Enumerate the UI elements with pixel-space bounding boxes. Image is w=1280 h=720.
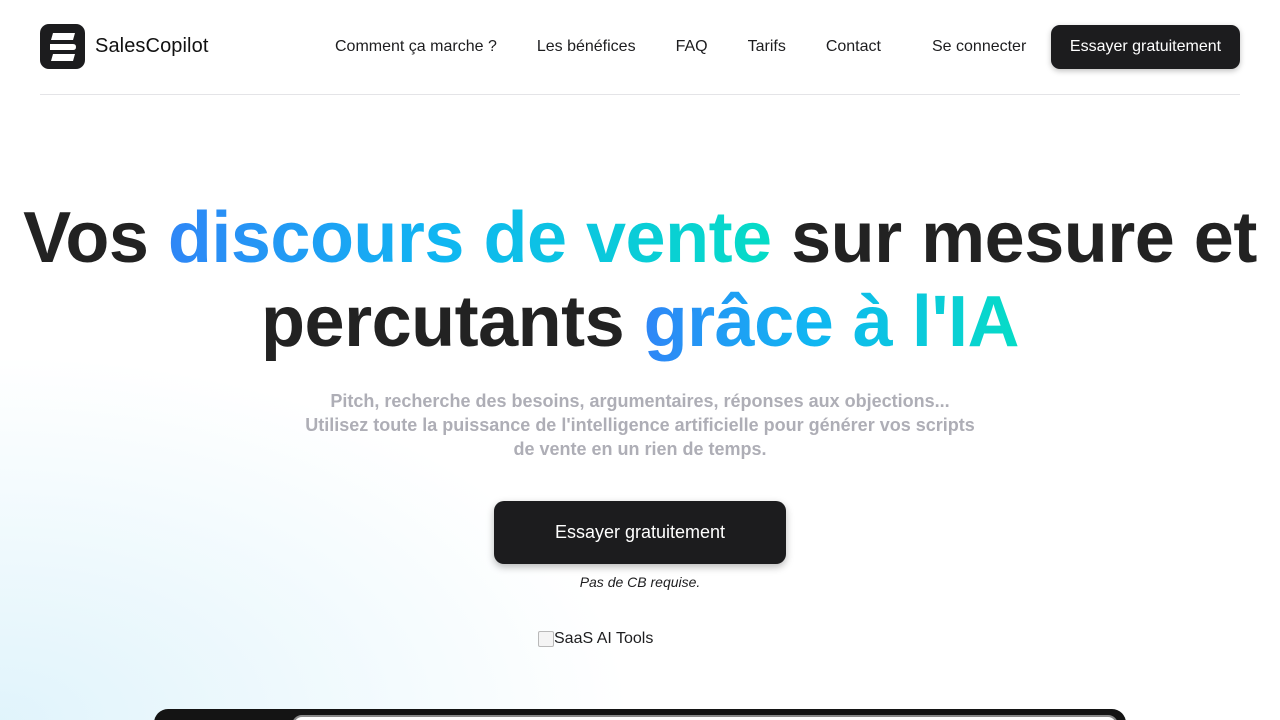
nav-item-contact[interactable]: Contact <box>826 38 881 56</box>
hero-title-part: Vos <box>23 198 168 278</box>
site-header: SalesCopilot Comment ça marche ? Les bén… <box>40 0 1240 95</box>
hero-subtitle: Pitch, recherche des besoins, argumentai… <box>300 389 980 461</box>
brand-name: SalesCopilot <box>95 35 209 57</box>
hero-title-highlight: discours de vente <box>167 198 772 278</box>
try-free-button-hero[interactable]: Essayer gratuitement <box>494 501 786 564</box>
main-nav: Comment ça marche ? Les bénéfices FAQ Ta… <box>335 38 921 56</box>
nav-item-benefits[interactable]: Les bénéfices <box>537 38 636 56</box>
try-free-button-header[interactable]: Essayer gratuitement <box>1051 25 1240 69</box>
product-preview-device <box>154 709 1126 720</box>
broken-image-icon <box>538 631 554 647</box>
saas-ai-tools-badge[interactable]: SaaS AI Tools <box>538 630 653 648</box>
product-preview-screen <box>292 715 1118 720</box>
no-credit-card-note: Pas de CB requise. <box>579 574 701 590</box>
badge-alt-text: SaaS AI Tools <box>554 630 654 647</box>
hero-subtitle-line: Utilisez toute la puissance de l'intelli… <box>305 415 975 459</box>
hero-title-part: percutants <box>261 282 644 362</box>
hero-title-part: sur mesure et <box>771 198 1257 278</box>
hero-title: Vos discours de vente sur mesure et perc… <box>0 196 1280 364</box>
landing-page: SalesCopilot Comment ça marche ? Les bén… <box>0 0 1280 720</box>
login-link[interactable]: Se connecter <box>932 38 1026 56</box>
hero-title-highlight: grâce à l'IA <box>643 282 1020 362</box>
nav-item-faq[interactable]: FAQ <box>676 38 708 56</box>
salescopilot-logo-icon <box>40 24 85 69</box>
nav-item-how-it-works[interactable]: Comment ça marche ? <box>335 38 497 56</box>
hero-subtitle-line: Pitch, recherche des besoins, argumentai… <box>330 391 950 411</box>
nav-item-pricing[interactable]: Tarifs <box>748 38 786 56</box>
brand[interactable]: SalesCopilot <box>40 24 209 69</box>
